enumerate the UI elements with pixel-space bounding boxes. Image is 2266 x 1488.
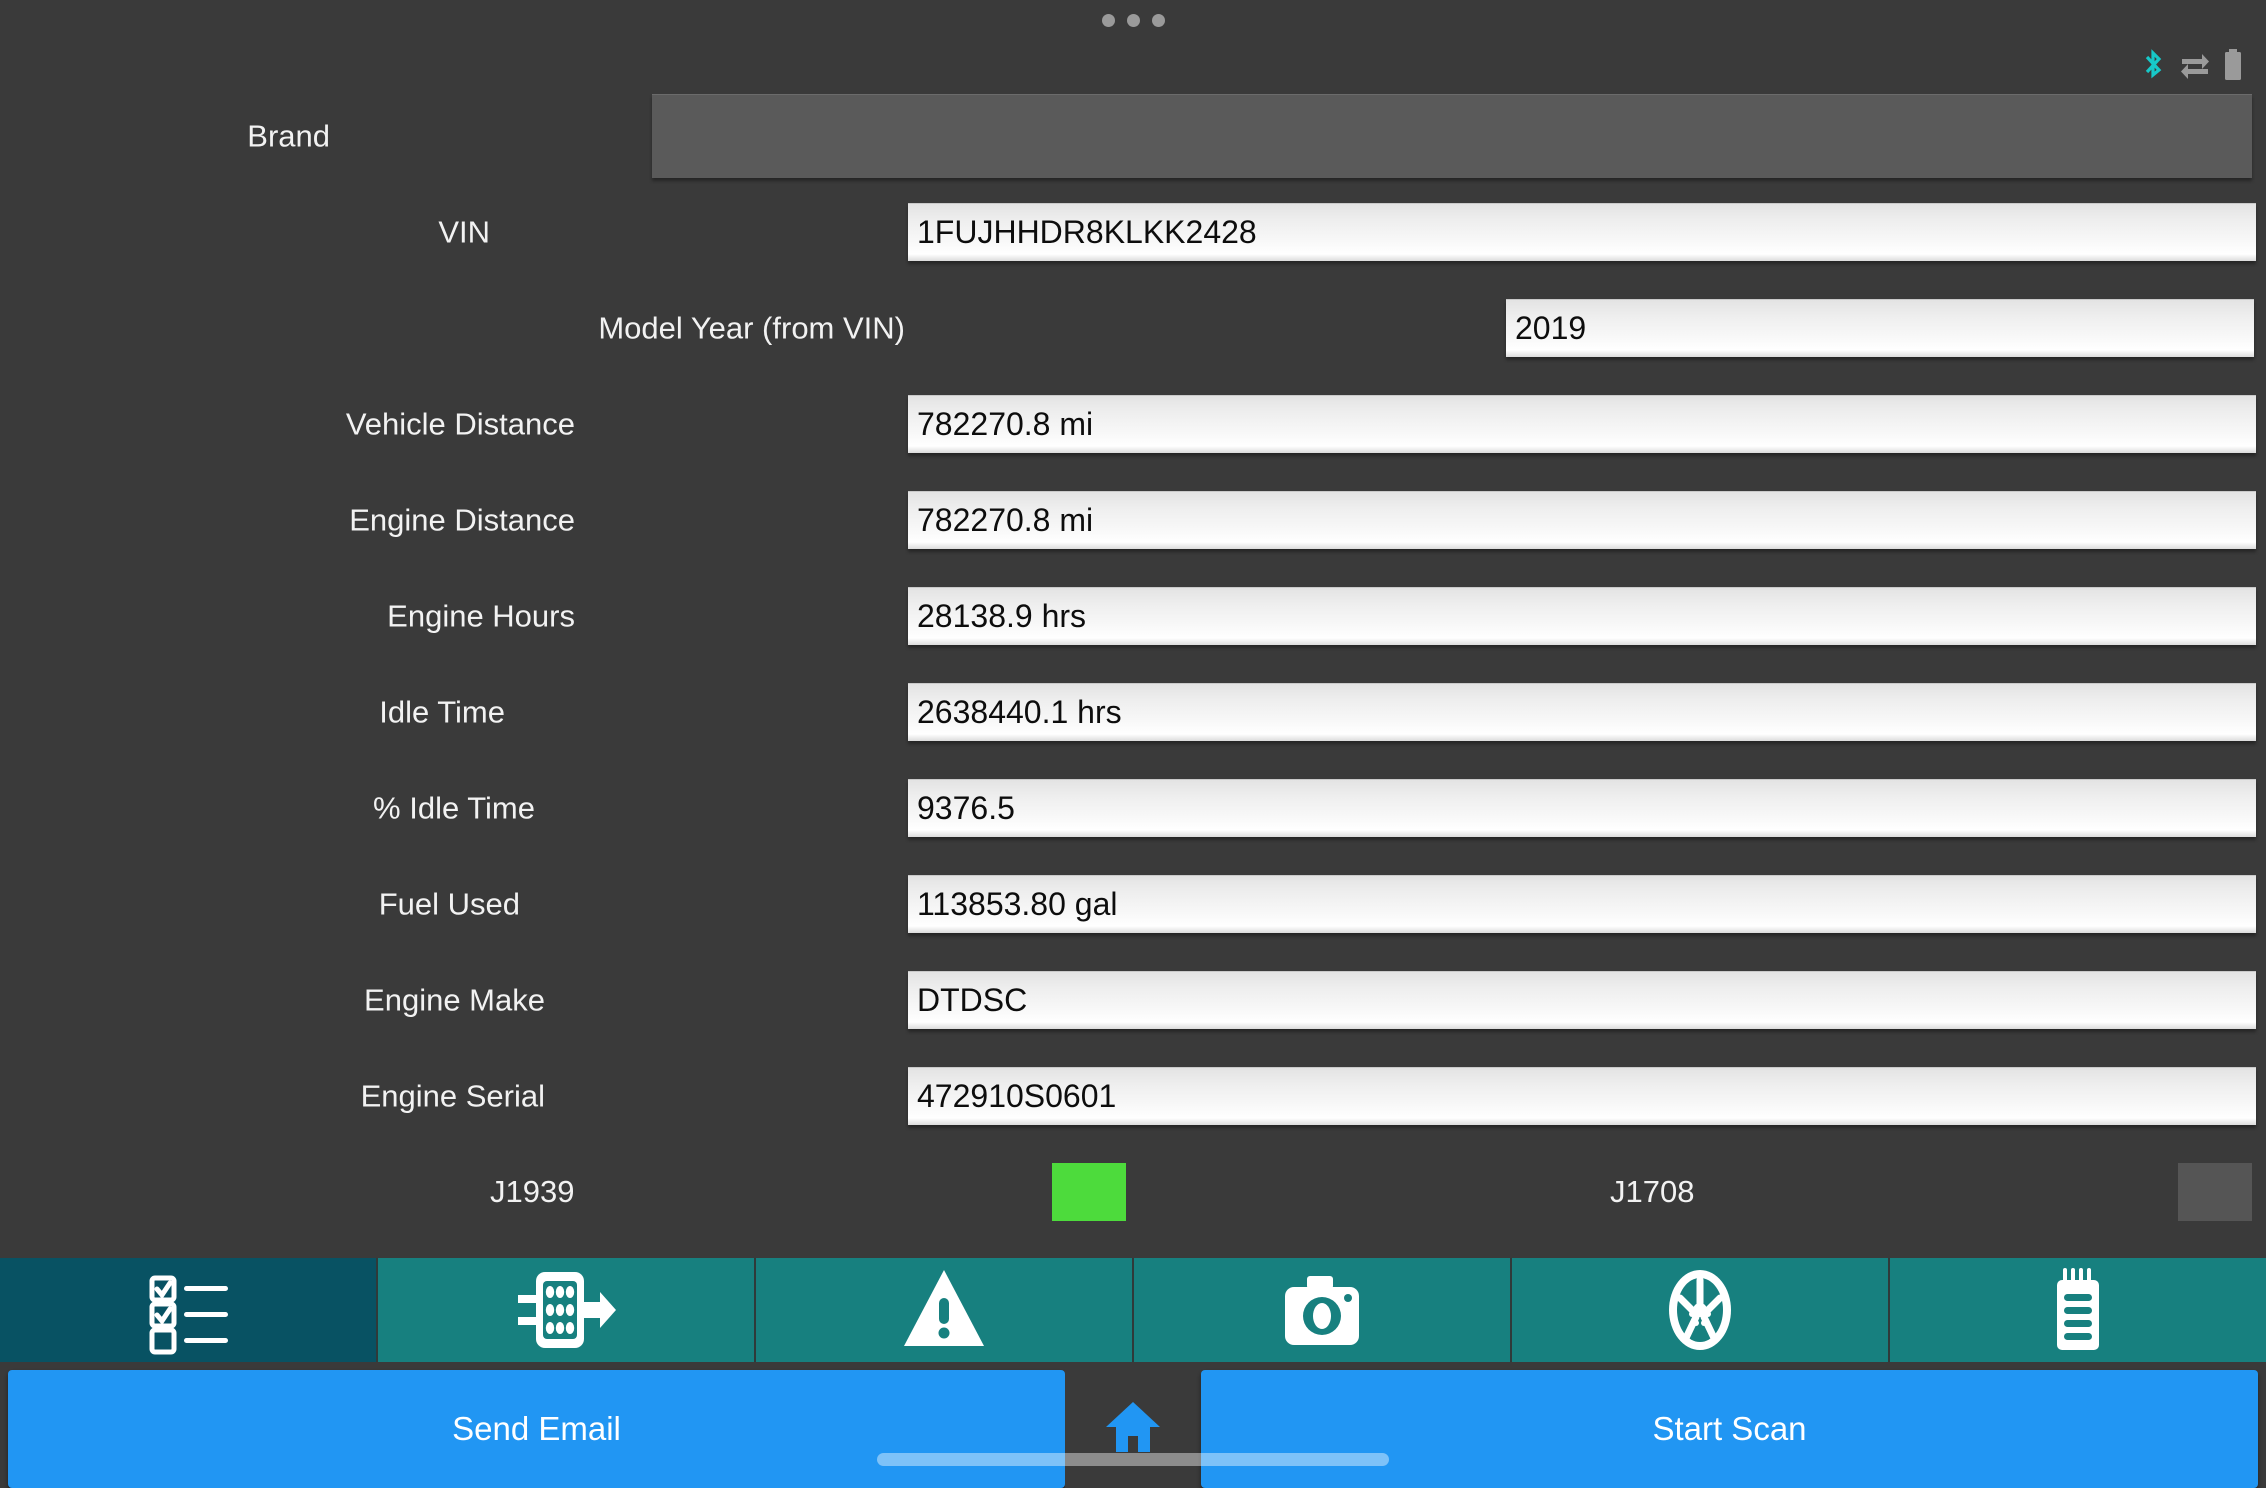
tab-bar: [0, 1258, 2266, 1362]
field-value-input[interactable]: 472910S0601: [908, 1067, 2256, 1125]
field-value-input[interactable]: 2019: [1506, 299, 2254, 357]
notepad-icon: [2032, 1264, 2124, 1356]
protocol-label: J1708: [1610, 1174, 1695, 1209]
home-icon: [1104, 1400, 1162, 1459]
field-value-input[interactable]: 28138.9 hrs: [908, 587, 2256, 645]
connector-icon: [514, 1264, 618, 1356]
handle-dot: [1126, 14, 1140, 27]
vehicle-info-form: Brand VIN 1FUJHHDR8KLKK2428 Model Year (fro…: [0, 88, 2266, 1240]
form-row: Fuel Used 113853.80 gal: [0, 856, 2266, 952]
field-label: Brand: [247, 118, 330, 154]
field-value-input[interactable]: 113853.80 gal: [908, 875, 2256, 933]
tab-notes[interactable]: [1890, 1258, 2266, 1362]
protocol-label: J1939: [490, 1174, 575, 1209]
field-label: VIN: [438, 214, 490, 250]
form-row: Engine Serial 472910S0601: [0, 1048, 2266, 1144]
app-screen: Brand VIN 1FUJHHDR8KLKK2428 Model Year (fro…: [0, 0, 2266, 1488]
form-row: Engine Distance 782270.8 mi: [0, 472, 2266, 568]
tab-checklist[interactable]: [0, 1258, 378, 1362]
handle-dot: [1151, 14, 1165, 27]
field-label: Vehicle Distance: [345, 406, 575, 442]
tab-connector[interactable]: [378, 1258, 756, 1362]
handle-dot: [1101, 14, 1115, 27]
brand-dropdown[interactable]: [652, 94, 2252, 178]
field-value-input[interactable]: 782270.8 mi: [908, 395, 2256, 453]
camera-icon: [1276, 1264, 1368, 1356]
checklist-icon: [142, 1264, 234, 1356]
field-label: Fuel Used: [378, 886, 520, 922]
start-scan-button[interactable]: Start Scan: [1201, 1370, 2258, 1488]
action-bar: Send Email Start Scan: [0, 1362, 2266, 1488]
data-transfer-icon: [2180, 50, 2210, 80]
field-value-input[interactable]: DTDSC: [908, 971, 2256, 1029]
status-bar: [2140, 48, 2242, 82]
window-handle-dots[interactable]: [0, 14, 2266, 27]
field-label: % Idle Time: [373, 790, 535, 826]
protocol-status-indicator: [2178, 1163, 2252, 1221]
form-row: % Idle Time 9376.5: [0, 760, 2266, 856]
warning-icon: [898, 1264, 990, 1356]
field-label: Model Year (from VIN): [598, 310, 905, 346]
field-label: Engine Make: [364, 982, 545, 1018]
protocol-status-row: J1939 J1708: [0, 1144, 2266, 1240]
tab-faults[interactable]: [756, 1258, 1134, 1362]
form-row: Engine Make DTDSC: [0, 952, 2266, 1048]
protocol-status-indicator: [1052, 1163, 1126, 1221]
field-value-input[interactable]: 2638440.1 hrs: [908, 683, 2256, 741]
battery-icon: [2224, 49, 2242, 81]
form-row: Brand: [0, 88, 2266, 184]
tab-camera[interactable]: [1134, 1258, 1512, 1362]
field-label: Engine Distance: [349, 502, 575, 538]
form-row: VIN 1FUJHHDR8KLKK2428: [0, 184, 2266, 280]
form-row: Model Year (from VIN) 2019: [0, 280, 2266, 376]
tab-wheel[interactable]: [1512, 1258, 1890, 1362]
field-label: Engine Serial: [360, 1078, 545, 1114]
field-label: Idle Time: [379, 694, 505, 730]
send-email-button[interactable]: Send Email: [8, 1370, 1065, 1488]
field-value-input[interactable]: 782270.8 mi: [908, 491, 2256, 549]
form-row: Engine Hours 28138.9 hrs: [0, 568, 2266, 664]
home-button[interactable]: [1065, 1370, 1201, 1488]
field-value-input[interactable]: 9376.5: [908, 779, 2256, 837]
bluetooth-icon: [2140, 48, 2166, 82]
form-row: Idle Time 2638440.1 hrs: [0, 664, 2266, 760]
wheel-icon: [1654, 1264, 1746, 1356]
form-row: Vehicle Distance 782270.8 mi: [0, 376, 2266, 472]
field-label: Engine Hours: [387, 598, 575, 634]
field-value-input[interactable]: 1FUJHHDR8KLKK2428: [908, 203, 2256, 261]
